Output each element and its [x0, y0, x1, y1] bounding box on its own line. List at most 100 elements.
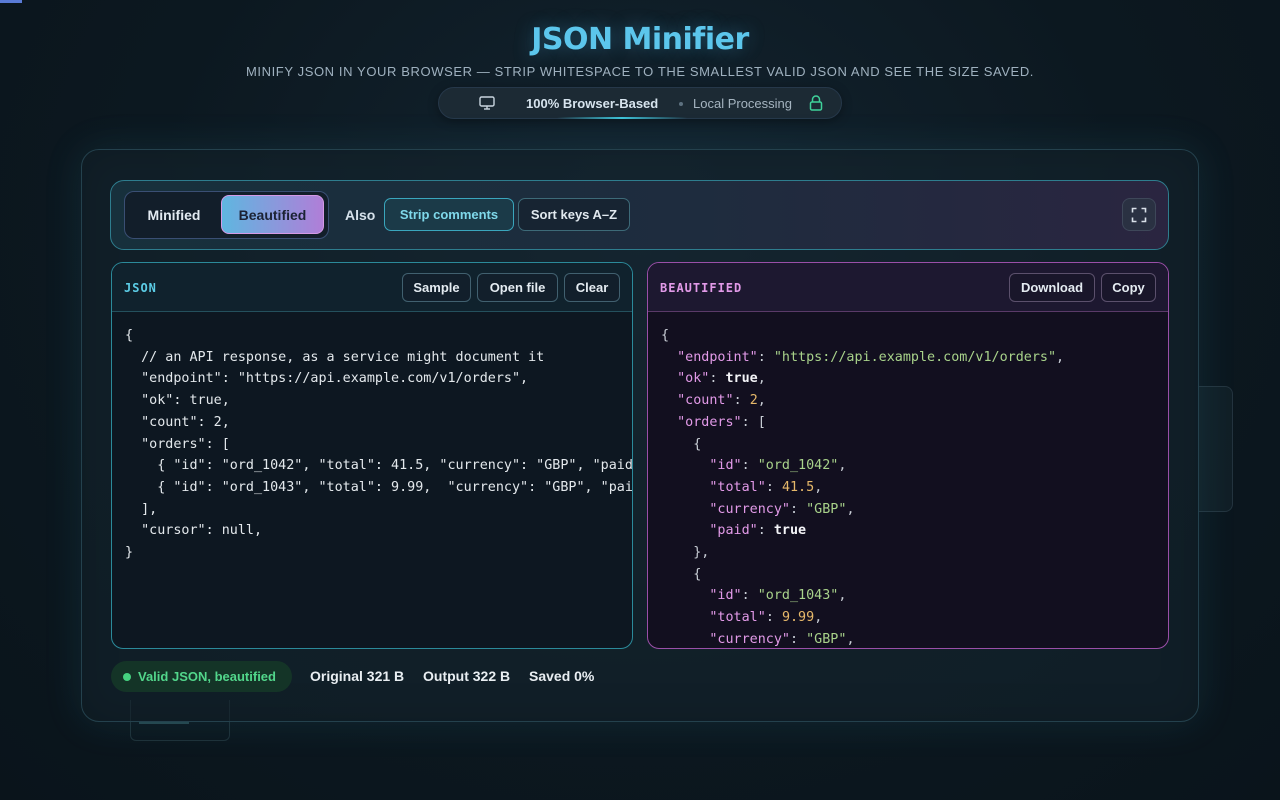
code-token: ,: [838, 588, 847, 604]
download-button[interactable]: Download: [1009, 273, 1095, 302]
code-line: // an API response, as a service might d…: [125, 349, 545, 365]
code-token: :: [765, 610, 782, 626]
code-token: 9.99: [781, 610, 815, 626]
status-message: Valid JSON, beautified: [138, 669, 276, 684]
code-line: {: [661, 325, 1168, 347]
page-header: JSON Minifier MINIFY JSON IN YOUR BROWSE…: [0, 20, 1280, 79]
code-token: "GBP": [806, 631, 847, 647]
status-dot: [123, 672, 131, 681]
code-line: { "id": "ord_1043", "total": 9.99, "curr…: [157, 479, 632, 495]
code-token: :: [741, 588, 758, 604]
code-line: { "id": "ord_1042", "total": 41.5, "curr…: [157, 458, 632, 474]
code-token: : [: [741, 414, 766, 430]
strip-comments-toggle[interactable]: Strip comments: [384, 198, 514, 231]
code-token: "https://api.example.com/v1/orders": [773, 349, 1057, 365]
copy-button[interactable]: Copy: [1101, 273, 1156, 302]
code-token: "total": [709, 479, 766, 495]
code-token: "currency": [709, 501, 790, 517]
json-input-panel: JSON Sample Open file Clear { // an API …: [111, 262, 633, 649]
code-token: "orders": [677, 414, 742, 430]
clear-button[interactable]: Clear: [564, 273, 620, 302]
code-line: {: [661, 564, 1168, 586]
code-token: true: [725, 371, 758, 387]
code-token: :: [733, 393, 750, 409]
output-size: Output 322 B: [423, 668, 511, 684]
code-line: ],: [125, 501, 158, 517]
privacy-badge: 100% Browser-Based Local Processing: [438, 87, 842, 119]
code-line: "currency": "GBP",: [661, 629, 1168, 648]
code-token: ,: [757, 371, 766, 387]
code-line: "total": 41.5,: [661, 477, 1168, 499]
code-token: :: [757, 523, 774, 539]
code-token: "endpoint": [677, 349, 758, 365]
code-line: },: [661, 542, 1168, 564]
code-line: "count": 2,: [125, 414, 230, 430]
badge-glow-line: [557, 117, 687, 119]
code-token: "ord_1043": [757, 588, 839, 604]
page-subtitle: MINIFY JSON IN YOUR BROWSER — STRIP WHIT…: [245, 64, 1035, 79]
code-token: {: [661, 436, 702, 452]
fullscreen-button[interactable]: [1122, 198, 1156, 231]
code-line: "endpoint": "https://api.example.com/v1/…: [661, 347, 1168, 369]
badge-local-processing: Local Processing: [693, 96, 792, 111]
code-line: }: [125, 545, 134, 561]
code-token: "ord_1042": [757, 458, 839, 474]
sort-keys-toggle[interactable]: Sort keys A–Z: [518, 198, 630, 231]
code-line: "endpoint": "https://api.example.com/v1/…: [125, 371, 529, 387]
status-badge: Valid JSON, beautified: [111, 661, 292, 692]
output-panel-title: BEAUTIFIED: [660, 281, 743, 295]
code-token: 41.5: [781, 479, 815, 495]
beautified-output-viewer[interactable]: { "endpoint": "https://api.example.com/v…: [661, 325, 1168, 648]
code-token: ,: [846, 501, 855, 517]
code-token: :: [790, 501, 807, 517]
code-token: 2: [749, 393, 758, 409]
code-token: "GBP": [806, 501, 847, 517]
code-token: "total": [709, 610, 766, 626]
json-panel-title: JSON: [124, 281, 157, 295]
code-token: :: [709, 371, 726, 387]
code-line: "id": "ord_1043",: [661, 585, 1168, 607]
code-line: "count": 2,: [661, 390, 1168, 412]
code-line: "id": "ord_1042",: [661, 455, 1168, 477]
corner-accent: [0, 0, 22, 3]
mode-minified-button[interactable]: Minified: [128, 195, 220, 234]
json-input-editor[interactable]: { // an API response, as a service might…: [125, 325, 632, 648]
code-token: ,: [814, 479, 823, 495]
open-file-button[interactable]: Open file: [477, 273, 558, 302]
code-line: "cursor": null,: [125, 523, 263, 539]
mode-beautified-button[interactable]: Beautified: [221, 195, 324, 234]
sample-button[interactable]: Sample: [402, 273, 471, 302]
code-token: {: [661, 566, 702, 582]
code-token: :: [741, 458, 758, 474]
saved-percent: Saved 0%: [529, 668, 595, 684]
badge-browser-based: 100% Browser-Based: [526, 96, 659, 111]
code-token: "ok": [677, 371, 710, 387]
code-token: ,: [838, 458, 847, 474]
code-line: "orders": [: [661, 412, 1168, 434]
code-token: ,: [814, 610, 823, 626]
badge-separator: [679, 102, 683, 106]
json-panel-header: JSON Sample Open file Clear: [112, 263, 632, 312]
code-token: },: [661, 545, 710, 561]
code-token: "paid": [709, 523, 758, 539]
page-title: JSON Minifier: [531, 22, 749, 57]
code-token: "id": [709, 458, 742, 474]
code-line: "currency": "GBP",: [661, 499, 1168, 521]
code-token: "count": [677, 393, 734, 409]
code-line: "orders": [: [125, 436, 230, 452]
code-token: {: [661, 328, 670, 343]
code-token: :: [790, 631, 807, 647]
code-token: :: [757, 349, 774, 365]
code-line: {: [125, 328, 134, 343]
background-decoration: [1199, 386, 1233, 512]
output-panel-header: BEAUTIFIED Download Copy: [648, 263, 1168, 312]
